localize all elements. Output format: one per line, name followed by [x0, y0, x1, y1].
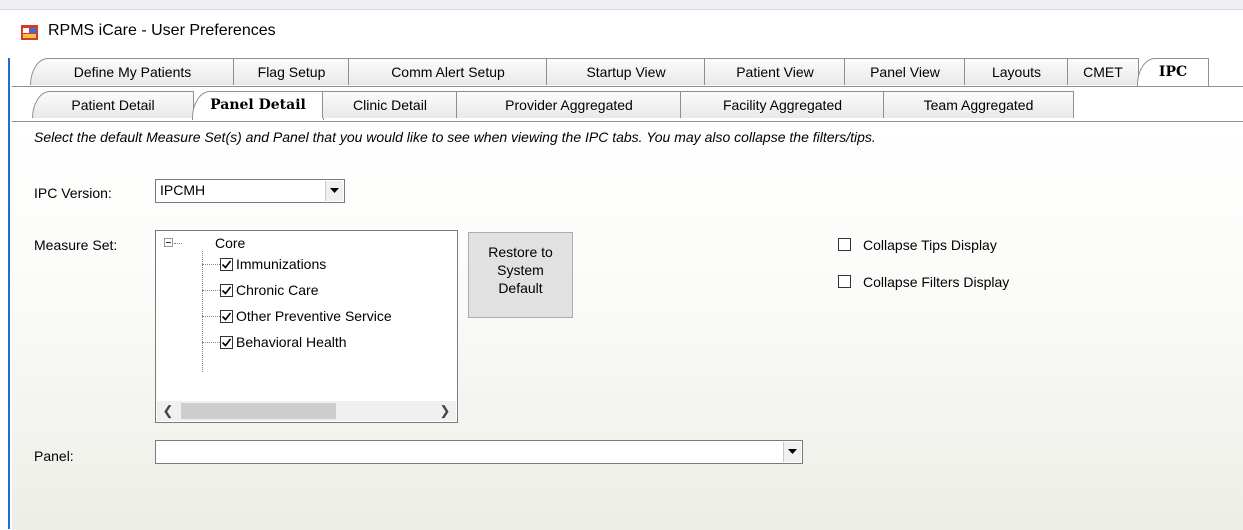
- tab-patient-view[interactable]: Patient View: [704, 58, 846, 85]
- checkbox-immunizations[interactable]: [220, 258, 233, 271]
- title-bar: RPMS iCare - User Preferences: [0, 0, 1243, 60]
- tab-panel-view[interactable]: Panel View: [844, 58, 966, 85]
- tab-facility-aggregated[interactable]: Facility Aggregated: [680, 91, 885, 118]
- instructions-text: Select the default Measure Set(s) and Pa…: [34, 129, 876, 145]
- window-left-border: [8, 58, 10, 529]
- main-tab-strip: Define My Patients Flag Setup Comm Alert…: [12, 58, 1212, 87]
- scrollbar-thumb[interactable]: [181, 403, 336, 419]
- measure-set-label: Measure Set:: [34, 237, 118, 253]
- checkbox-behavioral-health[interactable]: [220, 336, 233, 349]
- tree-connector: [202, 251, 203, 372]
- sub-tab-strip: Patient Detail Panel Detail Clinic Detai…: [12, 91, 1112, 120]
- tab-startup-view[interactable]: Startup View: [546, 58, 706, 85]
- panel-label: Panel:: [34, 448, 74, 464]
- tab-flag-setup[interactable]: Flag Setup: [233, 58, 350, 85]
- tree-connector: [202, 316, 220, 317]
- app-window-icon: [21, 25, 38, 40]
- checkbox-chronic-care[interactable]: [220, 284, 233, 297]
- collapse-node-icon[interactable]: [164, 238, 173, 247]
- restore-button-line3: Default: [498, 280, 543, 296]
- tab-team-aggregated[interactable]: Team Aggregated: [883, 91, 1074, 118]
- chevron-down-icon[interactable]: [783, 442, 801, 462]
- tree-item-behavioral-health[interactable]: Behavioral Health: [236, 334, 347, 350]
- tab-comm-alert-setup[interactable]: Comm Alert Setup: [348, 58, 548, 85]
- collapse-tips-checkbox[interactable]: [838, 238, 851, 251]
- tree-connector: [174, 243, 182, 244]
- scroll-right-icon[interactable]: ❯: [436, 402, 454, 420]
- checkbox-other-preventive-service[interactable]: [220, 310, 233, 323]
- horizontal-scrollbar[interactable]: ❮ ❯: [157, 401, 456, 421]
- restore-to-system-default-button[interactable]: Restore to System Default: [468, 232, 573, 318]
- tab-provider-aggregated[interactable]: Provider Aggregated: [456, 91, 682, 118]
- tree-item-immunizations[interactable]: Immunizations: [236, 256, 326, 272]
- main-tab-baseline: [12, 86, 1243, 87]
- tab-clinic-detail[interactable]: Clinic Detail: [322, 91, 458, 118]
- tab-layouts[interactable]: Layouts: [964, 58, 1069, 85]
- tree-item-chronic-care[interactable]: Chronic Care: [236, 282, 318, 298]
- tab-panel-detail[interactable]: Panel Detail: [192, 91, 324, 120]
- tree-connector: [202, 290, 220, 291]
- collapse-filters-checkbox[interactable]: [838, 275, 851, 288]
- tab-cmet[interactable]: CMET: [1067, 58, 1139, 85]
- tree-item-other-preventive-service[interactable]: Other Preventive Service: [236, 308, 392, 324]
- tree-connector: [202, 342, 220, 343]
- restore-button-line2: System: [497, 262, 544, 278]
- collapse-filters-label: Collapse Filters Display: [863, 274, 1010, 290]
- chevron-down-icon[interactable]: [325, 181, 343, 201]
- ipc-version-dropdown[interactable]: IPCMH: [155, 179, 345, 203]
- tab-ipc[interactable]: IPC: [1137, 58, 1209, 87]
- tree-connector: [202, 264, 220, 265]
- ipc-version-value: IPCMH: [160, 182, 206, 198]
- collapse-tips-label: Collapse Tips Display: [863, 237, 997, 253]
- window-top-edge: [0, 0, 1243, 10]
- panel-dropdown[interactable]: [155, 440, 803, 464]
- restore-button-line1: Restore to: [488, 244, 553, 260]
- tab-define-my-patients[interactable]: Define My Patients: [30, 58, 235, 85]
- ipc-version-label: IPC Version:: [34, 185, 112, 201]
- tree-node-core[interactable]: Core: [215, 235, 245, 251]
- window-title: RPMS iCare - User Preferences: [48, 22, 276, 39]
- scroll-left-icon[interactable]: ❮: [159, 402, 177, 420]
- panel-detail-content: Select the default Measure Set(s) and Pa…: [12, 121, 1243, 530]
- measure-set-tree[interactable]: Core Immunizations Chronic Care Other Pr…: [155, 230, 458, 423]
- tab-patient-detail[interactable]: Patient Detail: [32, 91, 194, 118]
